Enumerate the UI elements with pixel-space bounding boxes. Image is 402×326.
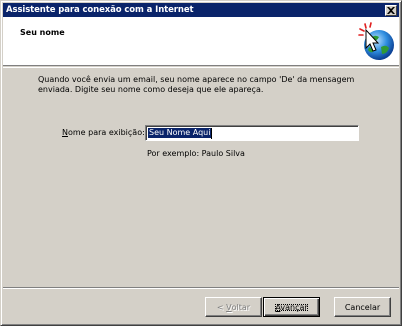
wizard-window: Assistente para conexão com a Internet S… [0,0,402,326]
header-divider [3,67,399,68]
cancel-button[interactable]: Cancelar [334,297,391,317]
back-button[interactable]: < Voltar [205,297,262,317]
footer-divider-highlight [3,288,399,289]
close-icon [387,7,395,14]
label-text: ome para exibição: [67,128,145,137]
intro-text: Quando você envia um email, seu nome apa… [38,75,355,94]
display-name-input[interactable]: Seu Nome Aqui [145,125,359,141]
back-button-label: oltar [231,302,251,312]
text-caret [211,127,213,139]
display-name-label: Nome para exibição: [62,128,145,137]
example-text: Por exemplo: Paulo Silva [147,149,245,158]
window-title: Assistente para conexão com a Internet [6,5,194,15]
display-name-value: Seu Nome Aqui [148,128,212,138]
title-bar[interactable]: Assistente para conexão com a Internet [3,3,399,17]
back-button-prefix: < [216,302,227,312]
internet-connection-wizard-icon [358,22,394,60]
next-button[interactable]: Avançar [263,297,320,317]
wizard-header: Seu nome [3,17,399,66]
page-title: Seu nome [20,28,65,37]
next-button-label: vançar [280,302,308,312]
close-button[interactable] [385,5,397,16]
